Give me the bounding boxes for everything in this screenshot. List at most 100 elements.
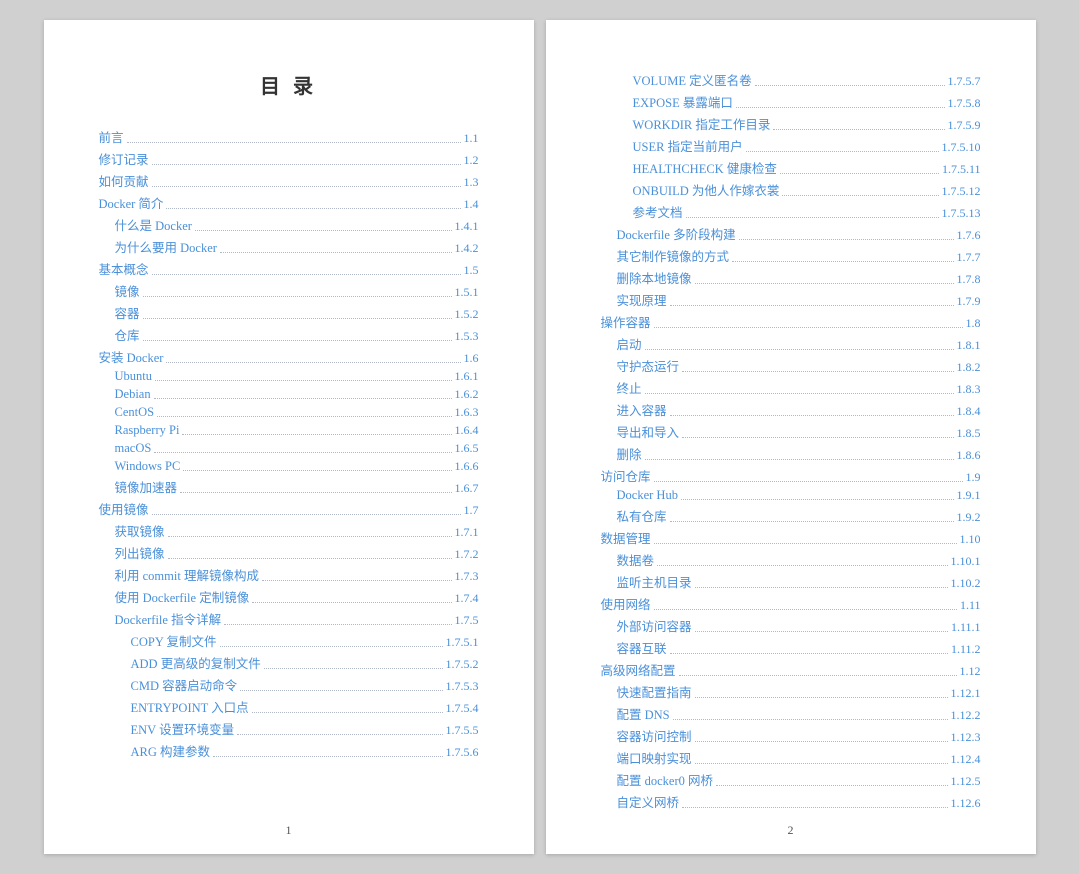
toc-label[interactable]: 删除本地镜像 (601, 268, 692, 287)
toc-label[interactable]: 什么是 Docker (99, 215, 192, 234)
toc-label[interactable]: 守护态运行 (601, 356, 680, 375)
toc-row: Debian1.6.2 (99, 387, 479, 402)
toc-dots (695, 741, 948, 742)
toc-row: Raspberry Pi 1.6.4 (99, 423, 479, 438)
toc-dots (695, 283, 954, 284)
toc-dots (695, 587, 948, 588)
toc-label[interactable]: 仓库 (99, 325, 140, 344)
toc-label[interactable]: 数据卷 (601, 550, 655, 569)
toc-label[interactable]: 使用网络 (601, 594, 651, 613)
toc-label[interactable]: 操作容器 (601, 312, 651, 331)
toc-dots (682, 807, 947, 808)
toc-num: 1.6.3 (455, 405, 479, 420)
toc-label[interactable]: 配置 DNS (601, 704, 670, 723)
toc-label[interactable]: 获取镜像 (99, 521, 165, 540)
toc-label[interactable]: 基本概念 (99, 259, 149, 278)
toc-label[interactable]: 删除 (601, 444, 642, 463)
toc-dots (682, 437, 953, 438)
toc-label[interactable]: USER 指定当前用户 (601, 136, 743, 155)
toc-label[interactable]: 实现原理 (601, 290, 667, 309)
toc-num: 1.6.4 (455, 423, 479, 438)
toc-num: 1.2 (464, 153, 479, 168)
toc-num: 1.8.4 (957, 404, 981, 419)
toc-label[interactable]: ONBUILD 为他人作嫁衣裳 (601, 180, 780, 199)
toc-label[interactable]: 容器互联 (601, 638, 667, 657)
toc-label[interactable]: ADD 更高级的复制文件 (99, 653, 261, 672)
toc-label[interactable]: Debian (99, 387, 151, 402)
toc-label[interactable]: 快速配置指南 (601, 682, 692, 701)
toc-content-page2: VOLUME 定义匿名卷1.7.5.7EXPOSE 暴露端口1.7.5.8WOR… (601, 70, 981, 811)
toc-dots (152, 164, 461, 165)
toc-num: 1.3 (464, 175, 479, 190)
toc-label[interactable]: EXPOSE 暴露端口 (601, 92, 733, 111)
toc-row: 配置 DNS1.12.2 (601, 704, 981, 723)
toc-label[interactable]: VOLUME 定义匿名卷 (601, 70, 752, 89)
toc-label[interactable]: 镜像 (99, 281, 140, 300)
toc-label[interactable]: 容器访问控制 (601, 726, 692, 745)
toc-dots (213, 756, 442, 757)
toc-row: 操作容器1.8 (601, 312, 981, 331)
toc-num: 1.9.2 (957, 510, 981, 525)
toc-label[interactable]: ENTRYPOINT 入口点 (99, 697, 249, 716)
toc-label[interactable]: ENV 设置环境变量 (99, 719, 235, 738)
toc-label[interactable]: 高级网络配置 (601, 660, 676, 679)
toc-dots (264, 668, 443, 669)
toc-label[interactable]: COPY 复制文件 (99, 631, 217, 650)
toc-label[interactable]: ARG 构建参数 (99, 741, 211, 760)
toc-dots (645, 349, 954, 350)
toc-label[interactable]: 监听主机目录 (601, 572, 692, 591)
toc-label[interactable]: CMD 容器启动命令 (99, 675, 238, 694)
toc-label[interactable]: Docker Hub (601, 488, 678, 503)
toc-row: ENV 设置环境变量1.7.5.5 (99, 719, 479, 738)
toc-row: EXPOSE 暴露端口 1.7.5.8 (601, 92, 981, 111)
toc-label[interactable]: HEALTHCHECK 健康检查 (601, 158, 777, 177)
toc-label[interactable]: 容器 (99, 303, 140, 322)
toc-dots (654, 543, 957, 544)
toc-label[interactable]: 前言 (99, 127, 124, 146)
toc-label[interactable]: Dockerfile 多阶段构建 (601, 224, 736, 243)
toc-row: ARG 构建参数1.7.5.6 (99, 741, 479, 760)
toc-label[interactable]: 列出镜像 (99, 543, 165, 562)
toc-dots (143, 296, 452, 297)
toc-label[interactable]: 利用 commit 理解镜像构成 (99, 565, 259, 584)
toc-num: 1.7.5.8 (948, 96, 981, 111)
toc-label[interactable]: 镜像加速器 (99, 477, 178, 496)
toc-label[interactable]: 使用镜像 (99, 499, 149, 518)
toc-label[interactable]: 配置 docker0 网桥 (601, 770, 714, 789)
toc-label[interactable]: 导出和导入 (601, 422, 680, 441)
toc-num: 1.4.2 (455, 241, 479, 256)
toc-dots (746, 151, 939, 152)
toc-label[interactable]: CentOS (99, 405, 155, 420)
toc-label[interactable]: Dockerfile 指令详解 (99, 609, 222, 628)
toc-label[interactable]: macOS (99, 441, 152, 456)
toc-label[interactable]: Raspberry Pi (99, 423, 180, 438)
toc-label[interactable]: 进入容器 (601, 400, 667, 419)
toc-num: 1.7.7 (957, 250, 981, 265)
toc-label[interactable]: 端口映射实现 (601, 748, 692, 767)
toc-row: WORKDIR 指定工作目录1.7.5.9 (601, 114, 981, 133)
toc-num: 1.8.6 (957, 448, 981, 463)
toc-row: 修订记录 1.2 (99, 149, 479, 168)
toc-row: 参考文档1.7.5.13 (601, 202, 981, 221)
toc-label[interactable]: 安装 Docker (99, 347, 164, 366)
toc-label[interactable]: Ubuntu (99, 369, 153, 384)
toc-label[interactable]: 终止 (601, 378, 642, 397)
toc-row: 外部访问容器1.11.1 (601, 616, 981, 635)
toc-label[interactable]: Docker 简介 (99, 193, 164, 212)
toc-label[interactable]: 外部访问容器 (601, 616, 692, 635)
toc-label[interactable]: 其它制作镜像的方式 (601, 246, 730, 265)
toc-label[interactable]: 私有仓库 (601, 506, 667, 525)
toc-label[interactable]: 为什么要用 Docker (99, 237, 217, 256)
toc-label[interactable]: Windows PC (99, 459, 181, 474)
toc-label[interactable]: WORKDIR 指定工作目录 (601, 114, 771, 133)
toc-label[interactable]: 如何贡献 (99, 171, 149, 190)
toc-label[interactable]: 访问仓库 (601, 466, 651, 485)
toc-dots (168, 558, 452, 559)
toc-label[interactable]: 参考文档 (601, 202, 683, 221)
page-2: VOLUME 定义匿名卷1.7.5.7EXPOSE 暴露端口1.7.5.8WOR… (546, 20, 1036, 854)
toc-label[interactable]: 自定义网桥 (601, 792, 680, 811)
toc-label[interactable]: 启动 (601, 334, 642, 353)
toc-label[interactable]: 修订记录 (99, 149, 149, 168)
toc-label[interactable]: 使用 Dockerfile 定制镜像 (99, 587, 250, 606)
toc-label[interactable]: 数据管理 (601, 528, 651, 547)
